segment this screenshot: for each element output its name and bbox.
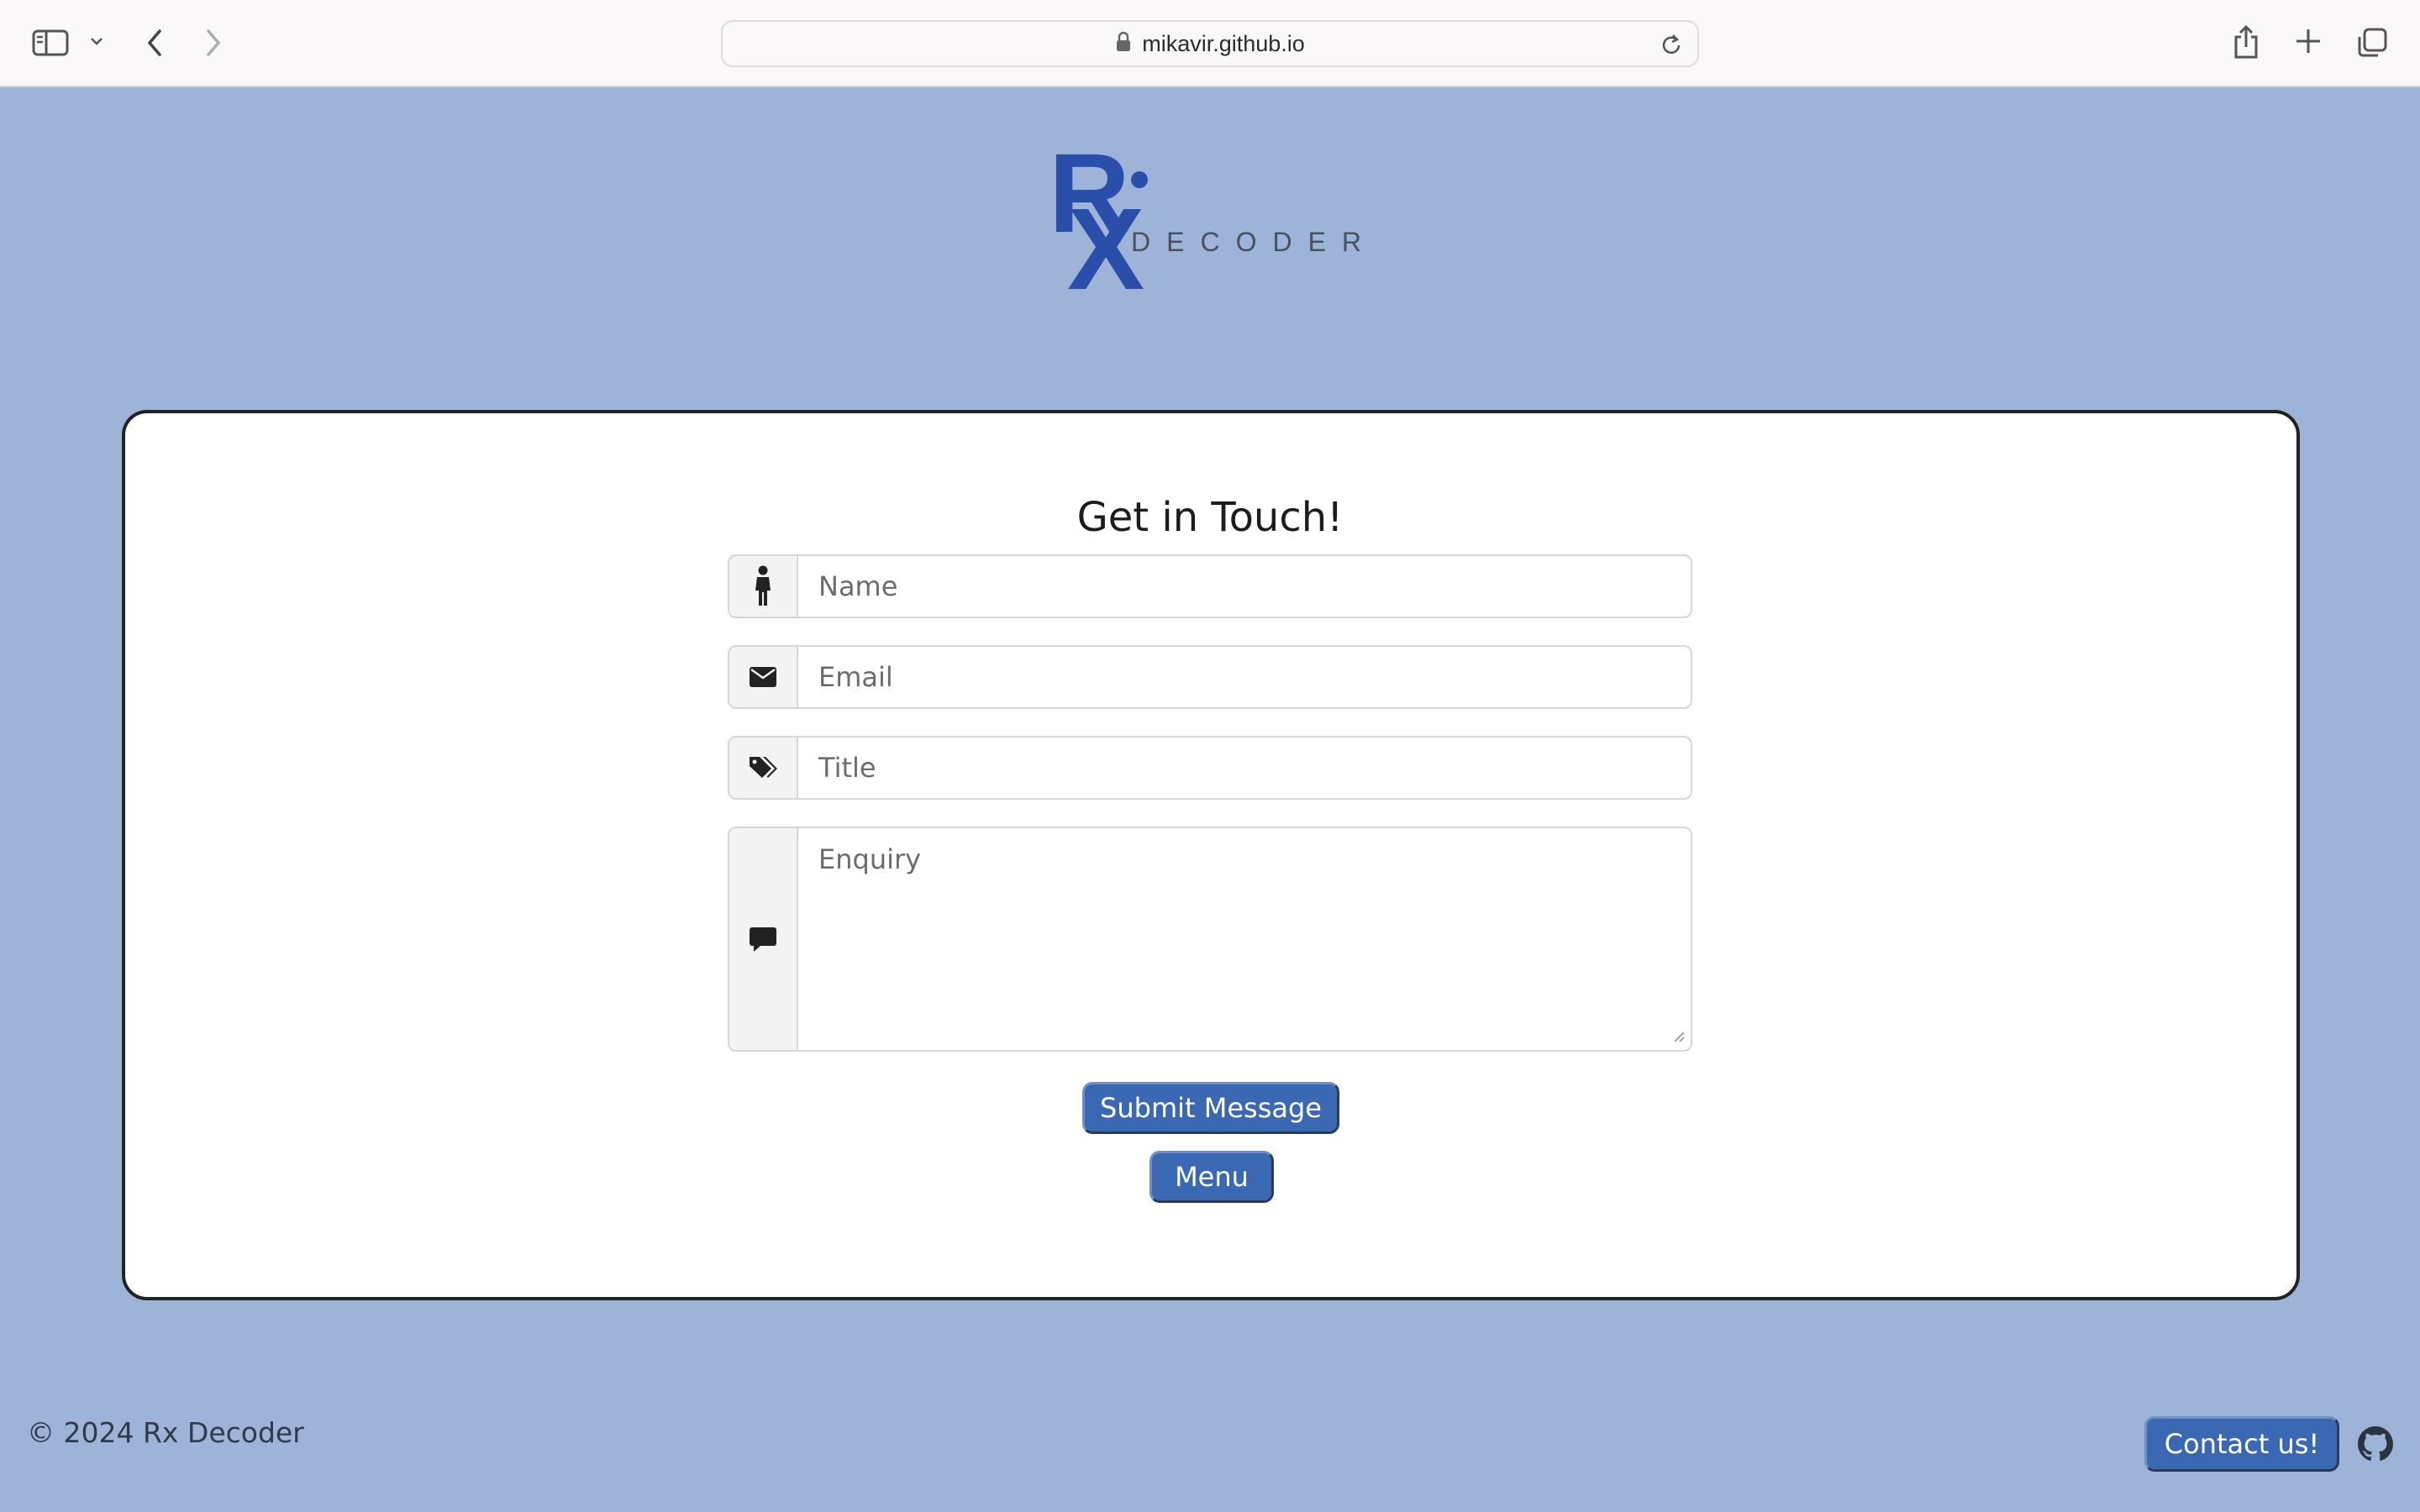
address-bar[interactable]: mikavir.github.io (721, 20, 1699, 67)
name-field-group: Name (728, 554, 1692, 618)
tab-overview-icon[interactable] (2356, 27, 2388, 59)
sidebar-icon[interactable] (32, 29, 69, 57)
name-input[interactable]: Name (798, 556, 1691, 617)
lock-icon (1115, 31, 1132, 56)
title-input[interactable]: Title (798, 738, 1691, 798)
enquiry-field-group: Enquiry (728, 827, 1692, 1052)
contact-us-button[interactable]: Contact us! (2144, 1416, 2339, 1472)
chevron-down-icon[interactable] (89, 35, 104, 47)
submit-message-button[interactable]: Submit Message (1082, 1082, 1339, 1134)
resize-handle-icon[interactable] (1672, 1030, 1686, 1047)
menu-button[interactable]: Menu (1150, 1151, 1274, 1203)
envelope-icon (729, 647, 798, 707)
email-field-group: Email (728, 645, 1692, 709)
person-icon (729, 556, 798, 617)
url-text: mikavir.github.io (1142, 30, 1305, 56)
copyright-text: © 2024 Rx Decoder (27, 1416, 304, 1449)
github-icon[interactable] (2358, 1426, 2393, 1465)
title-field-group: Title (728, 736, 1692, 800)
email-input[interactable]: Email (798, 647, 1691, 707)
tags-icon (729, 738, 798, 798)
back-arrow-icon[interactable] (143, 27, 166, 59)
browser-toolbar: mikavir.github.io (0, 0, 2420, 87)
page-title: Get in Touch! (1076, 494, 1344, 541)
chat-bubble-icon (729, 828, 798, 1050)
rx-decoder-logo[interactable]: R X DECODER (1049, 138, 1376, 308)
enquiry-textarea[interactable]: Enquiry (798, 828, 1691, 1050)
share-icon[interactable] (2232, 24, 2260, 60)
forward-arrow-icon[interactable] (202, 27, 225, 59)
plus-icon[interactable] (2294, 27, 2323, 55)
reload-icon[interactable] (1660, 32, 1684, 60)
